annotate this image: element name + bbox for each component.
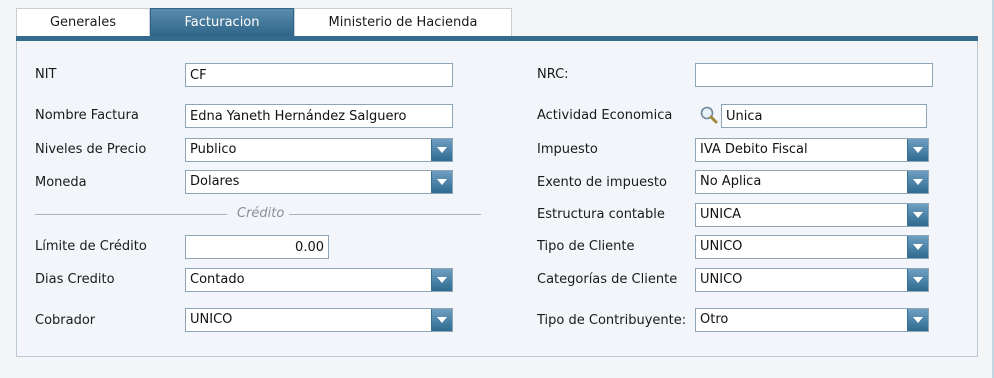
niveles-precio-value: Publico: [190, 142, 237, 157]
exento-impuesto-select[interactable]: No Aplica: [695, 170, 929, 194]
tab-generales-label: Generales: [49, 15, 116, 30]
limite-credito-label: Límite de Crédito: [35, 239, 147, 254]
moneda-label: Moneda: [35, 175, 87, 190]
magnifier-icon[interactable]: [699, 105, 719, 125]
impuesto-select[interactable]: IVA Debito Fiscal: [695, 138, 929, 162]
categorias-cliente-value: UNICO: [700, 272, 743, 287]
nit-label: NIT: [35, 67, 57, 82]
tipo-cliente-select[interactable]: UNICO: [695, 235, 929, 259]
chevron-down-icon[interactable]: [907, 236, 928, 258]
limite-credito-field[interactable]: [185, 235, 329, 259]
moneda-value: Dolares: [190, 174, 240, 189]
credito-divider-left: [35, 214, 227, 215]
chevron-down-icon[interactable]: [907, 139, 928, 161]
impuesto-value: IVA Debito Fiscal: [700, 142, 808, 157]
credito-divider-right: [289, 214, 481, 215]
tipo-contribuyente-value: Otro: [700, 312, 729, 327]
dias-credito-label: Dias Credito: [35, 272, 115, 287]
chevron-down-icon[interactable]: [431, 139, 452, 161]
credito-section-title: Crédito: [237, 206, 285, 221]
chevron-down-icon[interactable]: [907, 309, 928, 331]
cobrador-label: Cobrador: [35, 313, 96, 328]
categorias-cliente-label: Categorías de Cliente: [537, 272, 678, 287]
tipo-cliente-value: UNICO: [700, 239, 743, 254]
nrc-field[interactable]: [695, 63, 933, 87]
chevron-down-icon[interactable]: [907, 171, 928, 193]
chevron-down-icon[interactable]: [907, 269, 928, 291]
actividad-economica-label: Actividad Economica: [537, 108, 673, 123]
categorias-cliente-select[interactable]: UNICO: [695, 268, 929, 292]
tab-facturacion-label: Facturacion: [184, 15, 260, 30]
exento-impuesto-value: No Aplica: [700, 174, 762, 189]
nombre-factura-label: Nombre Factura: [35, 108, 139, 123]
moneda-select[interactable]: Dolares: [185, 170, 453, 194]
facturacion-panel: NIT Nombre Factura Niveles de Precio Pub…: [16, 41, 978, 357]
dias-credito-value: Contado: [190, 272, 245, 287]
cobrador-value: UNICO: [190, 312, 233, 327]
chevron-down-icon[interactable]: [431, 309, 452, 331]
estructura-contable-select[interactable]: UNICA: [695, 203, 929, 227]
nit-field[interactable]: [185, 63, 453, 87]
exento-impuesto-label: Exento de impuesto: [537, 175, 667, 190]
tipo-cliente-label: Tipo de Cliente: [537, 239, 635, 254]
tipo-contribuyente-select[interactable]: Otro: [695, 308, 929, 332]
impuesto-label: Impuesto: [537, 142, 598, 157]
nombre-factura-field[interactable]: [185, 104, 453, 128]
chevron-down-icon[interactable]: [907, 204, 928, 226]
actividad-economica-field[interactable]: [721, 104, 927, 128]
nrc-label: NRC:: [537, 67, 569, 82]
niveles-precio-select[interactable]: Publico: [185, 138, 453, 162]
tipo-contribuyente-label: Tipo de Contribuyente:: [537, 313, 687, 328]
tab-ministerio-hacienda[interactable]: Ministerio de Hacienda: [294, 8, 512, 36]
tab-facturacion[interactable]: Facturacion: [150, 8, 294, 36]
estructura-contable-label: Estructura contable: [537, 207, 665, 222]
cobrador-select[interactable]: UNICO: [185, 308, 453, 332]
chevron-down-icon[interactable]: [431, 269, 452, 291]
tab-generales[interactable]: Generales: [16, 8, 150, 36]
chevron-down-icon[interactable]: [431, 171, 452, 193]
tab-ministerio-label: Ministerio de Hacienda: [328, 15, 478, 30]
niveles-precio-label: Niveles de Precio: [35, 142, 147, 157]
dias-credito-select[interactable]: Contado: [185, 268, 453, 292]
estructura-contable-value: UNICA: [700, 207, 742, 222]
